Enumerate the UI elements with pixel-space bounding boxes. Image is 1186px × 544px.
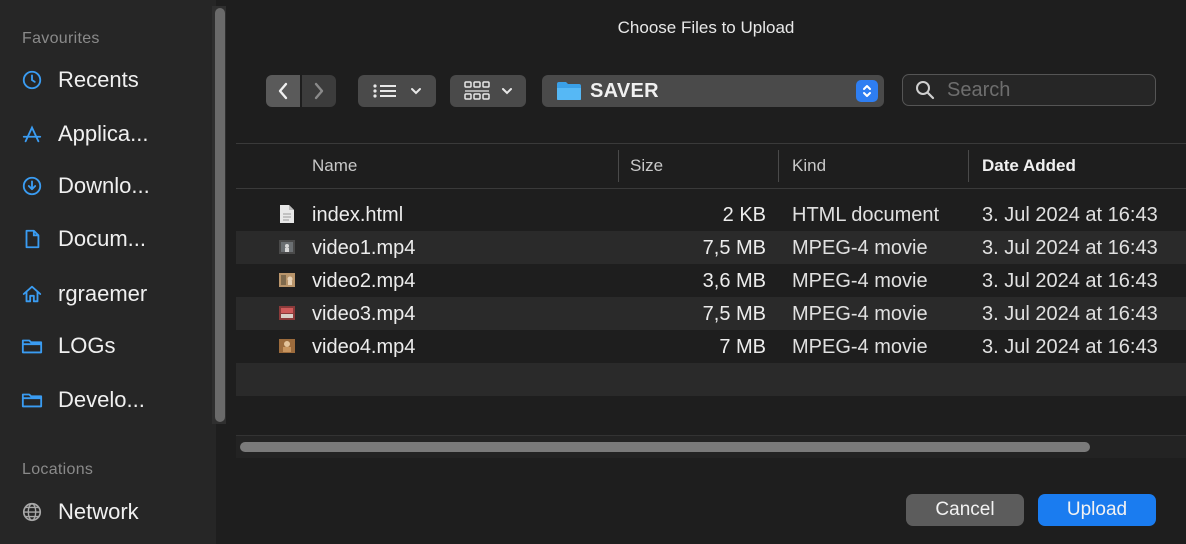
horizontal-scrollbar-thumb[interactable] [240,442,1090,452]
column-divider[interactable] [618,150,619,182]
sidebar-item-recents[interactable]: Recents [20,60,208,100]
applications-icon [20,122,44,146]
grid-view-icon [464,81,490,100]
video-thumbnail-icon [279,240,295,254]
sidebar-item-developer[interactable]: Develo... [20,380,208,420]
sidebar-item-label: LOGs [58,333,116,358]
list-view-button[interactable] [358,75,436,107]
file-size: 7,5 MB [702,303,766,325]
table-header: Name Size Kind Date Added [236,143,1186,189]
locations-section-title: Locations [22,461,94,478]
file-size: 7,5 MB [702,237,766,259]
sidebar-item-label: Network [58,499,139,524]
file-name: index.html [312,204,404,226]
video-thumbnail-icon [279,339,295,353]
empty-row [236,363,1186,396]
download-icon [20,174,44,198]
folder-icon [20,334,44,358]
search-input[interactable] [945,77,1139,103]
column-header-date-added[interactable]: Date Added [982,144,1076,188]
file-name: video2.mp4 [312,270,416,292]
file-date-added: 3. Jul 2024 at 16:43 [982,303,1158,325]
document-icon [20,227,44,251]
horizontal-scrollbar[interactable] [236,435,1186,458]
location-label: SAVER [590,79,659,102]
file-date-added: 3. Jul 2024 at 16:43 [982,336,1158,358]
upload-button[interactable]: Upload [1038,494,1156,526]
file-size: 3,6 MB [702,270,766,292]
table-row[interactable]: video2.mp4 3,6 MB MPEG-4 movie 3. Jul 20… [236,264,1186,297]
chevron-down-icon [502,88,512,95]
chevron-left-icon [278,82,288,100]
list-view-icon [373,84,396,98]
column-header-size[interactable]: Size [630,144,663,188]
sidebar-item-downloads[interactable]: Downlo... [20,166,208,206]
file-date-added: 3. Jul 2024 at 16:43 [982,204,1158,226]
file-kind: MPEG-4 movie [792,270,928,292]
column-divider[interactable] [778,150,779,182]
table-row[interactable]: video4.mp4 7 MB MPEG-4 movie 3. Jul 2024… [236,330,1186,363]
sidebar-item-documents[interactable]: Docum... [20,219,208,259]
home-icon [20,282,44,306]
group-view-button[interactable] [450,75,526,107]
sidebar-item-label: Docum... [58,226,147,251]
search-field[interactable] [902,74,1156,106]
video-thumbnail-icon [279,306,295,320]
sidebar-scrollbar-thumb[interactable] [215,8,225,422]
column-header-kind[interactable]: Kind [792,144,826,188]
column-header-name[interactable]: Name [312,144,357,188]
sidebar-item-label: rgraemer [58,281,148,306]
html-file-icon [280,205,294,223]
sidebar-item-label: Develo... [58,387,145,412]
column-divider[interactable] [968,150,969,182]
dialog-title: Choose Files to Upload [617,18,795,37]
forward-button[interactable] [302,75,336,107]
file-list: index.html 2 KB HTML document 3. Jul 202… [236,198,1186,429]
location-popup[interactable]: SAVER [542,75,884,107]
file-size: 7 MB [719,336,766,358]
sidebar-item-label: Downlo... [58,173,150,198]
chevron-right-icon [314,82,324,100]
stepper-icon [856,80,878,102]
file-kind: MPEG-4 movie [792,336,928,358]
sidebar: Favourites Recents Applica... Downlo... … [0,0,216,544]
folder-icon [20,388,44,412]
folder-icon [557,82,581,100]
file-name: video1.mp4 [312,237,416,259]
sidebar-item-network[interactable]: Network [20,492,208,532]
file-date-added: 3. Jul 2024 at 16:43 [982,270,1158,292]
sidebar-item-label: Recents [58,67,139,92]
table-row[interactable]: index.html 2 KB HTML document 3. Jul 202… [236,198,1186,231]
table-row[interactable]: video3.mp4 7,5 MB MPEG-4 movie 3. Jul 20… [236,297,1186,330]
sidebar-item-label: Applica... [58,121,149,146]
file-kind: MPEG-4 movie [792,303,928,325]
main-pane: Choose Files to Upload SAVER Search Name… [226,0,1186,544]
file-kind: HTML document [792,204,940,226]
empty-row [236,396,1186,429]
sidebar-item-logs[interactable]: LOGs [20,326,208,366]
clock-icon [20,68,44,92]
sidebar-item-applications[interactable]: Applica... [20,114,208,154]
sidebar-item-home[interactable]: rgraemer [20,274,208,314]
table-row[interactable]: video1.mp4 7,5 MB MPEG-4 movie 3. Jul 20… [236,231,1186,264]
globe-icon [20,500,44,524]
file-date-added: 3. Jul 2024 at 16:43 [982,237,1158,259]
file-name: video4.mp4 [312,336,416,358]
favourites-section-title: Favourites [22,30,100,47]
file-upload-dialog: Favourites Recents Applica... Downlo... … [0,0,1186,544]
back-button[interactable] [266,75,300,107]
file-size: 2 KB [722,204,766,226]
video-thumbnail-icon [279,273,295,287]
file-kind: MPEG-4 movie [792,237,928,259]
file-name: video3.mp4 [312,303,416,325]
cancel-button[interactable]: Cancel [906,494,1024,526]
chevron-down-icon [411,88,421,95]
search-icon [916,81,935,100]
